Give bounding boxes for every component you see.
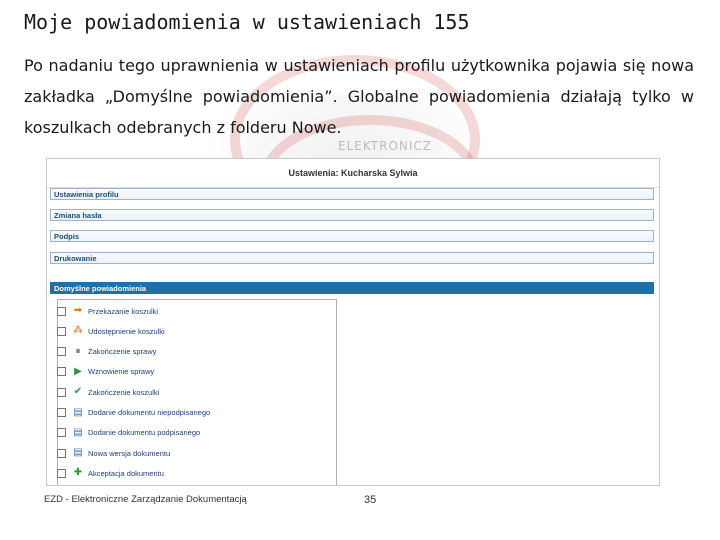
checkmark-icon: ✔: [73, 386, 83, 398]
pause-icon: ⏸: [75, 345, 81, 357]
notification-row[interactable]: ✔ Zakończenie koszulki: [57, 385, 159, 399]
footer-text: EZD - Elektroniczne Zarządzanie Dokument…: [44, 494, 247, 505]
signed-document-icon: ▤: [73, 426, 83, 438]
notification-checkbox[interactable]: [57, 306, 66, 316]
notification-row[interactable]: ⏸ Zakończenie sprawy: [57, 345, 156, 359]
accept-icon: ✚: [73, 467, 83, 479]
document-icon: ▤: [73, 406, 83, 418]
notification-checkbox[interactable]: [57, 408, 66, 417]
settings-title: Ustawienia: Kucharska Sylwia: [47, 159, 659, 188]
new-version-icon: ▤: [73, 447, 83, 459]
notification-row[interactable]: ▤ Dodanie dokumentu podpisanego: [57, 426, 200, 440]
section-profile-settings[interactable]: Ustawienia profilu: [50, 188, 654, 200]
notification-checkbox[interactable]: [57, 367, 66, 377]
notification-checkbox[interactable]: [57, 468, 66, 478]
section-change-password[interactable]: Zmiana hasła: [50, 209, 654, 221]
notification-checkbox[interactable]: [57, 347, 66, 357]
slide-title: Moje powiadomienia w ustawieniach 155: [24, 10, 470, 34]
notification-row[interactable]: ➡ Przekazanie koszulki: [57, 304, 158, 318]
section-default-notifications[interactable]: Domyślne powiadomienia: [50, 282, 654, 294]
notification-row[interactable]: ✚ Akceptacja dokumentu: [57, 466, 164, 480]
notification-label: Dodanie dokumentu podpisanego: [88, 428, 201, 438]
notification-label: Zakończenie koszulki: [88, 387, 160, 397]
notification-checkbox[interactable]: [57, 428, 66, 438]
settings-window: Ustawienia: Kucharska Sylwia Ustawienia …: [46, 158, 660, 486]
page-number: 35: [364, 494, 377, 506]
notification-label: Wznowienie sprawy: [88, 367, 155, 377]
notification-label: Akceptacja dokumentu: [88, 468, 164, 478]
notification-row[interactable]: ⁂ Udostępnienie koszulki: [57, 324, 165, 338]
play-icon: ▶: [74, 365, 82, 377]
notification-row[interactable]: ▤ Nowa wersja dokumentu: [57, 446, 170, 460]
notification-label: Zakończenie sprawy: [88, 347, 157, 357]
notification-label: Przekazanie koszulki: [88, 306, 159, 316]
notification-checkbox[interactable]: [57, 387, 66, 397]
notification-checkbox[interactable]: [57, 326, 66, 336]
notification-label: Dodanie dokumentu niepodpisanego: [88, 408, 211, 417]
notification-label: Udostępnienie koszulki: [88, 326, 165, 336]
share-icon: ⁂: [73, 325, 83, 337]
arrow-right-icon: ➡: [73, 305, 83, 316]
notification-checkbox[interactable]: [57, 448, 66, 458]
notification-row[interactable]: ▤ Dodanie dokumentu niepodpisanego: [57, 406, 210, 420]
section-printing[interactable]: Drukowanie: [50, 252, 654, 264]
notification-row[interactable]: ▶ Wznowienie sprawy: [57, 365, 154, 379]
notification-label: Nowa wersja dokumentu: [88, 448, 171, 458]
description-paragraph: Po nadaniu tego uprawnienia w ustawienia…: [24, 56, 694, 137]
section-signature[interactable]: Podpis: [50, 230, 654, 242]
